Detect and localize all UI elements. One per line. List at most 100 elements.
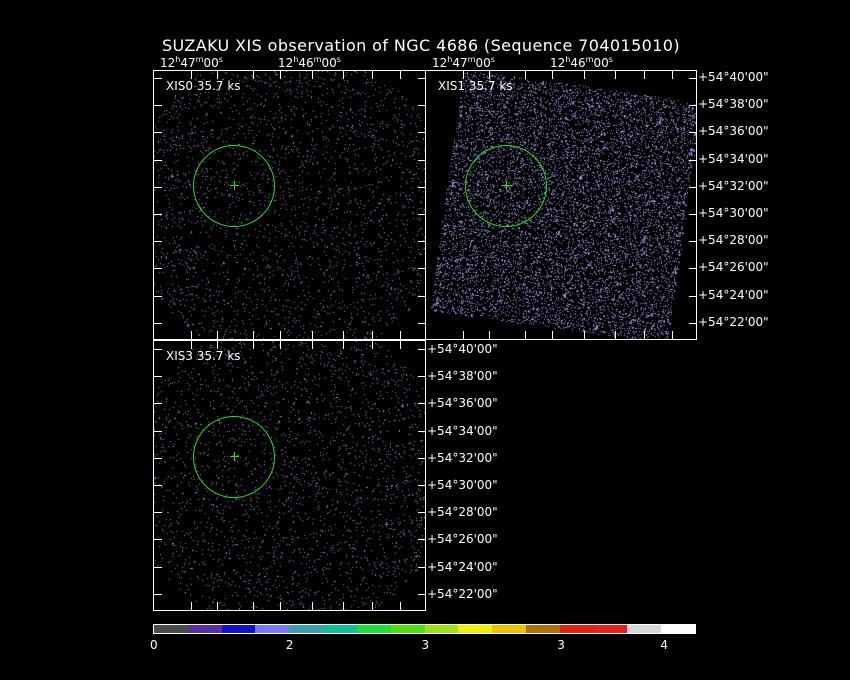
- axis-tick: [312, 331, 313, 340]
- colorbar-segment: [559, 625, 594, 633]
- axis-tick: [644, 331, 645, 340]
- colorbar-segment: [492, 625, 526, 633]
- axis-tick: [153, 295, 162, 297]
- axis-tick: [153, 376, 162, 378]
- colorbar-tick-label: 3: [421, 638, 430, 652]
- ra-label-xis0-left: 12h47m00s: [160, 55, 223, 70]
- axis-tick: [525, 70, 526, 79]
- axis-tick: [418, 241, 426, 243]
- axis-tick: [689, 268, 697, 270]
- xis3-dec-label: +54°22'00": [427, 586, 498, 601]
- colorbar-segment: [458, 625, 493, 633]
- axis-tick: [418, 593, 426, 595]
- xis0-panel-label: XIS0 35.7 ks: [166, 79, 241, 93]
- axis-tick: [191, 602, 192, 611]
- axis-tick: [153, 457, 162, 459]
- axis-tick: [253, 340, 254, 349]
- axis-tick: [689, 295, 697, 297]
- xis3-panel-label: XIS3 35.7 ks: [166, 349, 241, 363]
- source-marker-xis0-v: [234, 181, 235, 190]
- axis-tick: [418, 186, 426, 188]
- axis-tick: [280, 340, 281, 349]
- axis-tick: [418, 376, 426, 378]
- xis1-dec-label: +54°30'00": [698, 206, 769, 220]
- axis-tick: [689, 241, 697, 243]
- axis-tick: [343, 602, 344, 611]
- axis-tick: [418, 566, 426, 568]
- axis-tick: [418, 159, 426, 161]
- colorbar-segment: [627, 625, 662, 633]
- axis-tick: [253, 331, 254, 340]
- axis-tick: [217, 331, 218, 340]
- colorbar-segment: [154, 625, 188, 633]
- axis-tick: [372, 331, 373, 340]
- colorbar-segment: [593, 625, 628, 633]
- axis-tick: [312, 602, 313, 611]
- ra-label-xis1-left: 12h47m00s: [432, 55, 495, 70]
- axis-tick: [672, 70, 673, 79]
- axis-tick: [525, 331, 526, 340]
- axis-tick: [418, 485, 426, 486]
- axis-tick: [689, 132, 697, 134]
- xis1-dec-label: +54°22'00": [698, 314, 769, 329]
- xis3-dec-label: +54°28'00": [427, 505, 498, 520]
- xis3-event-map: [154, 341, 425, 610]
- colorbar-segment: [255, 625, 290, 633]
- axis-tick: [253, 70, 254, 79]
- axis-tick: [418, 295, 426, 297]
- axis-tick: [418, 132, 426, 134]
- axis-tick: [418, 78, 426, 79]
- xis3-dec-label: +54°24'00": [427, 559, 498, 574]
- axis-tick: [280, 70, 281, 79]
- xis3-dec-label: +54°32'00": [427, 450, 498, 465]
- axis-tick: [584, 331, 585, 340]
- axis-tick: [689, 105, 697, 107]
- xis1-dec-label: +54°38'00": [698, 97, 769, 112]
- axis-tick: [418, 539, 426, 541]
- axis-tick: [217, 602, 218, 611]
- axis-tick: [153, 268, 162, 270]
- xis0-event-map: [154, 71, 425, 339]
- axis-tick: [153, 78, 162, 79]
- source-marker-xis1-v: [506, 181, 507, 190]
- xis1-dec-label: +54°32'00": [698, 178, 769, 193]
- axis-tick: [372, 340, 373, 349]
- xis1-event-map: [426, 71, 696, 339]
- colorbar-segment: [356, 625, 391, 633]
- colorbar: [153, 624, 696, 634]
- axis-tick: [153, 403, 162, 405]
- axis-tick: [217, 340, 218, 349]
- axis-tick: [400, 602, 401, 611]
- axis-tick: [418, 430, 426, 432]
- axis-tick: [418, 105, 426, 107]
- axis-tick: [191, 340, 192, 349]
- colorbar-segment: [390, 625, 425, 633]
- axis-tick: [672, 331, 673, 340]
- xis1-dec-label: +54°40'00": [698, 70, 769, 84]
- xis0-image-panel: XIS0 35.7 ks: [153, 70, 426, 340]
- xis1-dec-label: +54°24'00": [698, 287, 769, 302]
- axis-tick: [153, 186, 162, 188]
- axis-tick: [400, 70, 401, 79]
- colorbar-segment: [187, 625, 222, 633]
- xis1-dec-label: +54°26'00": [698, 260, 769, 275]
- axis-tick: [312, 340, 313, 349]
- axis-tick: [343, 331, 344, 340]
- axis-tick: [153, 159, 162, 161]
- axis-tick: [689, 214, 697, 215]
- axis-tick: [418, 457, 426, 459]
- axis-tick: [253, 602, 254, 611]
- xis3-dec-label: +54°26'00": [427, 532, 498, 547]
- axis-tick: [689, 186, 697, 188]
- axis-tick: [689, 78, 697, 79]
- xis3-dec-label: +54°36'00": [427, 396, 498, 411]
- axis-tick: [153, 593, 162, 595]
- axis-tick: [584, 70, 585, 79]
- axis-tick: [463, 70, 464, 79]
- xis3-dec-label: +54°40'00": [427, 342, 498, 356]
- axis-tick: [644, 70, 645, 79]
- xis3-image-panel: XIS3 35.7 ks: [153, 340, 426, 611]
- colorbar-tick-label: 0: [150, 638, 158, 652]
- xis1-panel-label: XIS1 35.7 ks: [438, 79, 513, 93]
- axis-tick: [191, 331, 192, 340]
